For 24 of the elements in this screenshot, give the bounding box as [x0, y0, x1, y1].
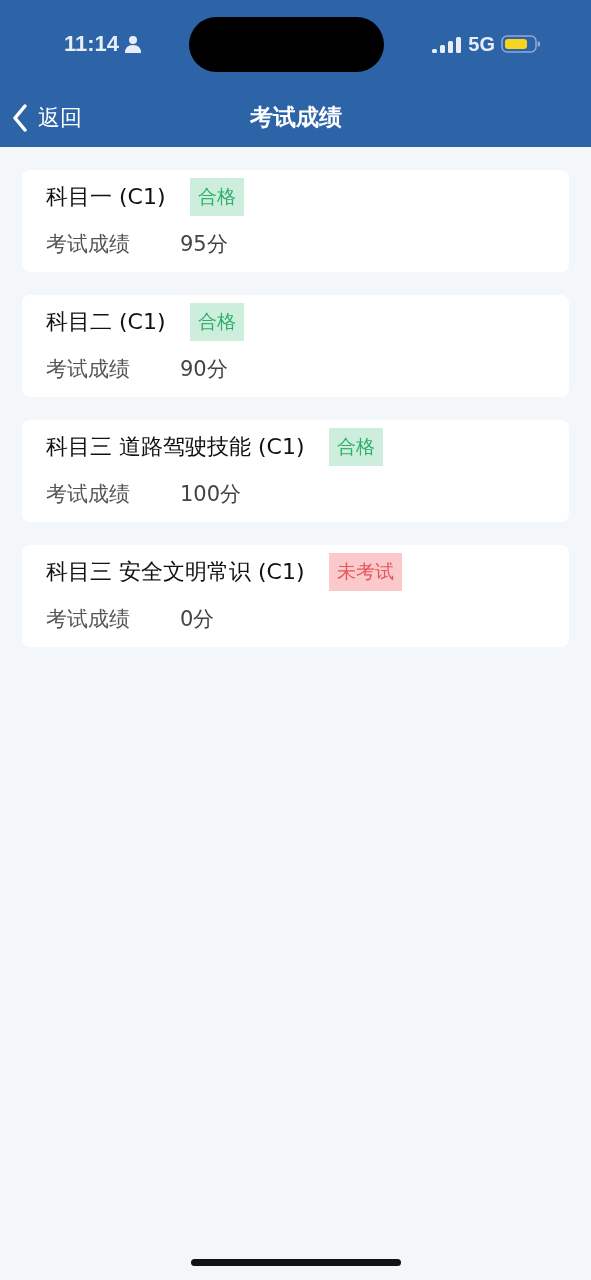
- status-badge: 合格: [328, 428, 383, 466]
- network-label: 5G: [468, 32, 495, 56]
- score-label: 考试成绩: [46, 356, 130, 383]
- status-badge: 未考试: [328, 553, 402, 591]
- status-badge: 合格: [189, 178, 244, 216]
- back-button[interactable]: 返回: [12, 102, 82, 133]
- subject-name: 科目二 (C1): [46, 308, 166, 336]
- subject-name: 科目三 道路驾驶技能 (C1): [46, 433, 305, 461]
- status-time: 11:14: [64, 31, 120, 57]
- score-label: 考试成绩: [46, 606, 130, 633]
- score-value: 95分: [180, 231, 228, 258]
- subject-name: 科目三 安全文明常识 (C1): [46, 558, 305, 586]
- chevron-left-icon: [12, 103, 28, 132]
- page-title: 考试成绩: [249, 103, 342, 132]
- score-value: 100分: [180, 481, 242, 508]
- person-icon: [125, 35, 142, 53]
- subject-name: 科目一 (C1): [46, 183, 166, 211]
- battery-icon: [501, 34, 541, 54]
- score-value: 0分: [180, 606, 215, 633]
- score-label: 考试成绩: [46, 481, 130, 508]
- score-value: 90分: [180, 356, 228, 383]
- status-badge: 合格: [189, 303, 244, 341]
- score-label: 考试成绩: [46, 231, 130, 258]
- signal-icon: [432, 35, 463, 53]
